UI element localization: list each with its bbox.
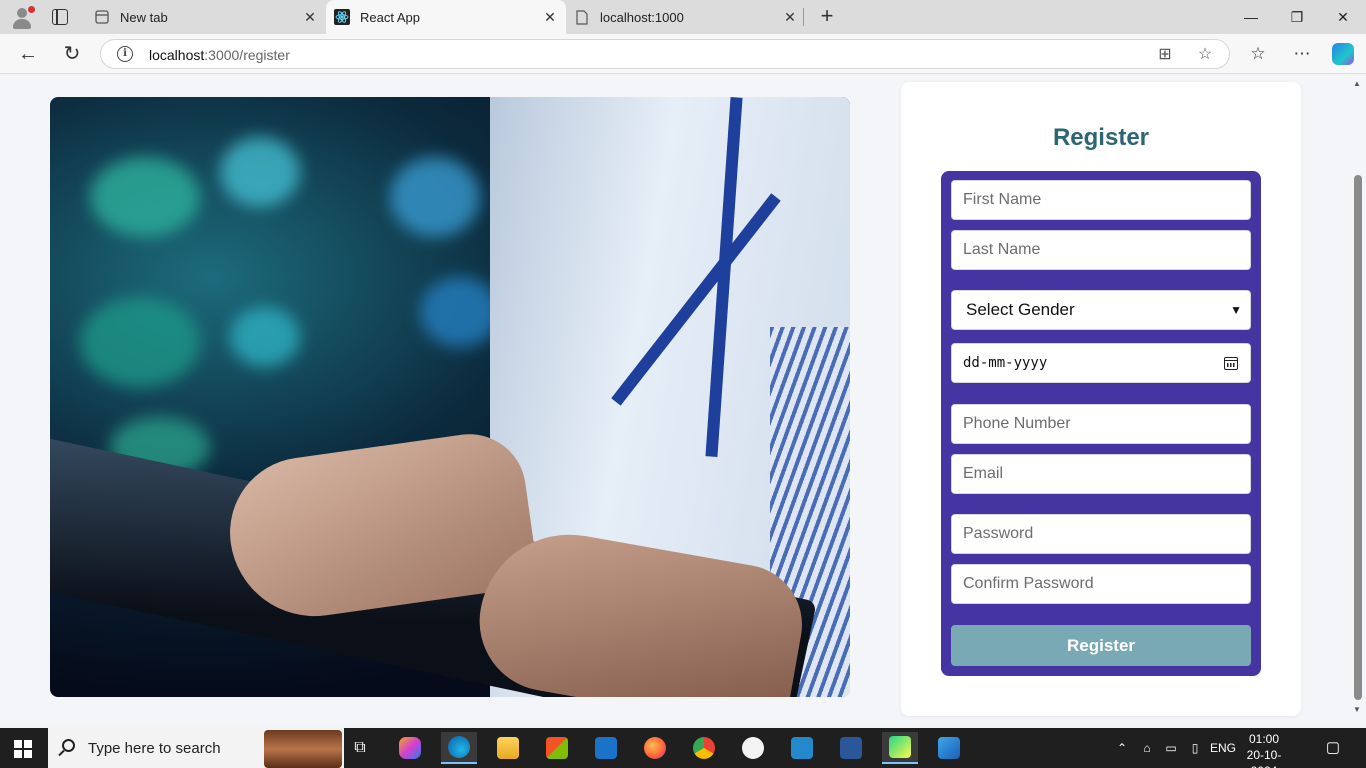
scroll-up-arrow-icon[interactable]: ▲ bbox=[1352, 79, 1362, 88]
pycharm-icon[interactable] bbox=[882, 732, 918, 764]
tab-title: New tab bbox=[120, 9, 168, 25]
taskbar-clock[interactable]: 01:00 20-10-2024 bbox=[1236, 731, 1292, 768]
page-icon bbox=[574, 9, 590, 25]
minimize-button[interactable]: — bbox=[1228, 0, 1274, 34]
scroll-down-arrow-icon[interactable]: ▼ bbox=[1352, 705, 1362, 714]
restore-button[interactable]: ❐ bbox=[1274, 0, 1320, 34]
tab-new-tab[interactable]: New tab ✕ bbox=[86, 0, 326, 34]
chevron-up-icon[interactable]: ⌃ bbox=[1114, 728, 1130, 768]
language-indicator[interactable]: ENG bbox=[1208, 728, 1238, 768]
battery-icon[interactable]: ▯ bbox=[1186, 728, 1204, 768]
hero-image bbox=[50, 97, 850, 697]
refresh-button[interactable]: ↻ bbox=[57, 40, 87, 68]
chevron-down-icon: ▼ bbox=[1230, 303, 1242, 317]
close-window-button[interactable]: ✕ bbox=[1320, 0, 1366, 34]
mail-icon[interactable] bbox=[588, 732, 624, 764]
back-button[interactable]: ← bbox=[13, 40, 43, 68]
vscode-icon[interactable] bbox=[784, 732, 820, 764]
page-scrollbar[interactable]: ▲ ▼ bbox=[1348, 75, 1366, 727]
tab-actions-icon[interactable] bbox=[52, 9, 68, 25]
register-card: Register First Name Last Name Select Gen… bbox=[901, 82, 1301, 716]
react-logo-icon bbox=[334, 9, 350, 25]
search-icon bbox=[62, 739, 75, 752]
first-name-input[interactable]: First Name bbox=[951, 180, 1251, 220]
favorites-icon[interactable]: ☆ bbox=[1246, 42, 1270, 66]
taskbar-search[interactable]: Type here to search bbox=[48, 728, 344, 768]
tab-title: React App bbox=[360, 9, 420, 25]
app-available-icon[interactable]: ⊞ bbox=[1155, 45, 1175, 65]
close-tab-icon[interactable]: ✕ bbox=[538, 9, 562, 26]
page-title: Register bbox=[1052, 124, 1150, 151]
calendar-icon[interactable] bbox=[1224, 356, 1238, 370]
profile-icon[interactable] bbox=[10, 6, 35, 30]
page-viewport: Register First Name Last Name Select Gen… bbox=[0, 75, 1348, 727]
register-form: First Name Last Name Select Gender ▼ dd-… bbox=[941, 171, 1261, 676]
tab-strip: New tab ✕ React App ✕ localhost:1000 ✕ +… bbox=[0, 0, 1366, 34]
email-input[interactable]: Email bbox=[951, 454, 1251, 494]
close-tab-icon[interactable]: ✕ bbox=[298, 9, 322, 26]
file-explorer-icon[interactable] bbox=[490, 732, 526, 764]
address-bar[interactable]: i localhost:3000/register ⊞ ☆ bbox=[100, 39, 1230, 69]
search-highlight-image bbox=[264, 730, 342, 768]
notification-icon[interactable]: ▢ bbox=[1322, 728, 1344, 768]
task-view-icon[interactable]: ⧉ bbox=[342, 732, 378, 764]
mongodb-compass-icon[interactable] bbox=[735, 732, 771, 764]
tab-localhost-1000[interactable]: localhost:1000 ✕ bbox=[566, 0, 806, 34]
copilot-icon[interactable] bbox=[1332, 43, 1354, 65]
phone-number-input[interactable]: Phone Number bbox=[951, 404, 1251, 444]
tab-react-app[interactable]: React App ✕ bbox=[326, 0, 566, 34]
microsoft-store-icon[interactable] bbox=[539, 732, 575, 764]
new-tab-page-icon bbox=[94, 9, 110, 25]
password-input[interactable]: Password bbox=[951, 514, 1251, 554]
more-menu-icon[interactable]: ⋯ bbox=[1290, 42, 1314, 66]
favorite-star-icon[interactable]: ☆ bbox=[1195, 45, 1215, 65]
tab-title: localhost:1000 bbox=[600, 9, 684, 25]
register-button[interactable]: Register bbox=[951, 625, 1251, 666]
site-info-icon[interactable]: i bbox=[117, 46, 133, 62]
copilot-app-icon[interactable] bbox=[392, 732, 428, 764]
tab-separator bbox=[803, 8, 804, 26]
gender-select[interactable]: Select Gender ▼ bbox=[951, 290, 1251, 330]
confirm-password-input[interactable]: Confirm Password bbox=[951, 564, 1251, 604]
paint-icon[interactable] bbox=[931, 732, 967, 764]
date-of-birth-input[interactable]: dd-mm-yyyy bbox=[951, 343, 1251, 383]
windows-start-icon[interactable] bbox=[14, 740, 32, 758]
last-name-input[interactable]: Last Name bbox=[951, 230, 1251, 270]
taskbar: Type here to search ⧉ ⌃ ⌂ ▭ ▯ ENG 01:00 … bbox=[0, 728, 1366, 768]
display-icon[interactable]: ▭ bbox=[1162, 728, 1180, 768]
close-tab-icon[interactable]: ✕ bbox=[778, 9, 802, 26]
address-url[interactable]: localhost:3000/register bbox=[149, 47, 290, 63]
network-icon[interactable]: ⌂ bbox=[1138, 728, 1156, 768]
word-icon[interactable] bbox=[833, 732, 869, 764]
chrome-icon[interactable] bbox=[686, 732, 722, 764]
edge-app-icon[interactable] bbox=[441, 732, 477, 764]
new-tab-button[interactable]: + bbox=[814, 4, 840, 30]
browser-toolbar: ← ↻ i localhost:3000/register ⊞ ☆ ☆ ⋯ bbox=[0, 34, 1366, 74]
scrollbar-thumb[interactable] bbox=[1354, 175, 1362, 700]
firefox-icon[interactable] bbox=[637, 732, 673, 764]
